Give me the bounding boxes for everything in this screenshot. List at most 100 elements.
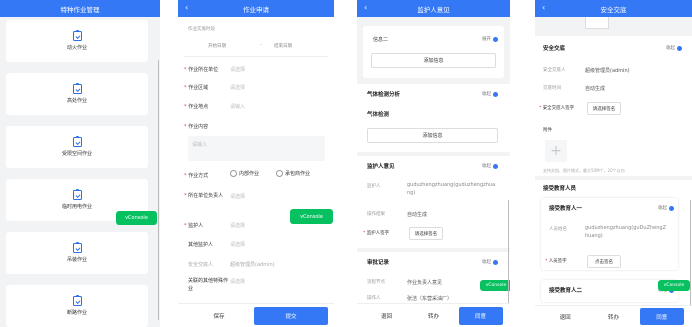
- collapse-toggle[interactable]: 收起: [658, 205, 674, 211]
- safety-briefing-section: 安全交底 收起 安全交底人 超级管理员(admin) 交底时间 自动生成 * 安…: [535, 36, 692, 176]
- collapse-toggle[interactable]: 收起: [482, 259, 498, 265]
- field-label: 所在单位负责人: [188, 193, 224, 199]
- image-thumbnail[interactable]: [585, 17, 609, 29]
- transfer-button[interactable]: 转办: [591, 309, 636, 324]
- back-arrow-icon[interactable]: ‹: [185, 4, 188, 12]
- location-input[interactable]: 请输入: [230, 103, 245, 110]
- bottom-action-bar: 退回 转办 同意: [535, 305, 692, 327]
- clipboard-icon: [72, 83, 82, 94]
- clipboard-icon: [72, 295, 82, 306]
- end-date-input[interactable]: 结束日期: [274, 43, 292, 49]
- vconsole-button[interactable]: vConsole: [116, 211, 157, 225]
- clipboard-icon: [72, 242, 82, 253]
- content-textarea[interactable]: 请输入: [188, 136, 325, 161]
- vconsole-button[interactable]: vConsole: [658, 280, 690, 291]
- field-guardian: * 监护人: [184, 223, 204, 229]
- field-unit: * 作业所在单位: [184, 67, 219, 73]
- time-period-label: 作业实施时段: [188, 27, 215, 32]
- upload-plus-icon[interactable]: +: [545, 140, 567, 162]
- scrollbar[interactable]: [507, 200, 509, 310]
- submit-button[interactable]: 提交: [254, 306, 328, 325]
- other-guardian-select[interactable]: 请选择: [230, 241, 245, 248]
- card-height-work[interactable]: 高处作业: [6, 73, 148, 115]
- field-label: 作业区域: [188, 85, 209, 91]
- transfer-button[interactable]: 转办: [411, 308, 456, 323]
- area-select[interactable]: 请选择: [230, 84, 245, 91]
- radio-internal[interactable]: 内部作业: [230, 170, 259, 177]
- select-signature-button[interactable]: 请选择签名: [409, 227, 443, 240]
- card-label: 临时用电作业: [61, 204, 92, 210]
- time-key: 交底时间: [543, 86, 561, 91]
- card-label: 高处作业: [66, 98, 87, 104]
- time-value: 自动生成: [585, 86, 606, 92]
- chevron-up-icon: [669, 205, 674, 211]
- result-value: 自动生成: [407, 212, 428, 218]
- page-title: 监护人意见: [417, 5, 450, 14]
- textarea-placeholder: 请输入: [192, 142, 208, 148]
- card-label: 断路作业: [66, 310, 87, 316]
- bottom-action-bar: 保存 提交: [178, 303, 334, 327]
- chevron-up-icon: [493, 259, 498, 265]
- edu-person-key: 人员姓名: [549, 227, 567, 232]
- chevron-up-icon: [677, 45, 682, 51]
- add-info-button[interactable]: 添加信息: [367, 128, 498, 143]
- header-bar: ‹ 监护人意见: [357, 0, 510, 17]
- select-signature-button[interactable]: 请选择签名: [587, 102, 621, 115]
- click-sign-button[interactable]: 点击签名: [587, 255, 621, 268]
- vconsole-button[interactable]: vConsole: [480, 280, 510, 291]
- scrollbar[interactable]: [157, 60, 159, 320]
- card-road-break[interactable]: 断路作业: [6, 285, 148, 327]
- related-work-select[interactable]: 请选择: [230, 278, 245, 285]
- card-label: 动火作业: [66, 45, 87, 51]
- collapse-toggle[interactable]: 收起: [482, 91, 498, 97]
- field-label: 监护人: [188, 223, 204, 229]
- page-title: 作业申请: [243, 5, 269, 14]
- responsible-select[interactable]: 请选择: [230, 193, 245, 200]
- sign-key: * 监护人签字: [363, 231, 390, 236]
- agree-button[interactable]: 同意: [639, 308, 684, 325]
- agree-button[interactable]: 同意: [458, 306, 503, 325]
- field-content: * 作业内容: [184, 124, 209, 130]
- start-date-input[interactable]: 开始日期: [208, 43, 226, 49]
- attachment-hint: 支持文档、图片格式，最大50M个，20个以内: [543, 168, 625, 173]
- collapse-toggle[interactable]: 收起: [482, 163, 498, 169]
- card-lifting[interactable]: 吊装作业: [6, 232, 148, 274]
- vconsole-button[interactable]: vConsole: [290, 209, 333, 224]
- field-label: 作业内容: [188, 124, 209, 130]
- scrollbar[interactable]: [689, 200, 691, 310]
- safety-person-value: 超级管理员(admin): [230, 262, 275, 268]
- card-label: 吊装作业: [66, 257, 87, 263]
- edu-sign-key: * 人员签字: [545, 259, 567, 264]
- chevron-up-icon: [493, 91, 498, 97]
- gas-analysis-section: 气体检测分析 收起 气体检测 添加信息: [357, 84, 510, 152]
- chevron-down-icon: [493, 36, 498, 42]
- save-button[interactable]: 保存: [184, 308, 254, 323]
- back-arrow-icon[interactable]: ‹: [542, 4, 545, 12]
- radio-label: 内部作业: [239, 171, 260, 177]
- return-button[interactable]: 退回: [543, 309, 588, 324]
- phone-work-application: ‹ 作业申请 作业实施时段 开始日期 - 结束日期 * 作业所在单位 请选择 *…: [178, 0, 334, 327]
- info2-card: 信息二 展开 添加信息: [363, 26, 504, 78]
- person-value: 超级管理员(admin): [585, 68, 630, 74]
- unit-select[interactable]: 请选择: [230, 66, 245, 73]
- person-key: 安全交底人: [543, 68, 566, 73]
- guardian-opinion-section: 监护人意见 收起 监护人 guduzhengzhuang(guduzhengzh…: [357, 156, 510, 248]
- card-hot-work[interactable]: 动火作业: [6, 20, 148, 62]
- card-title: 接受教育人一: [549, 206, 583, 212]
- radio-contractor[interactable]: 承包商作业: [276, 170, 310, 177]
- page-title: 安全交底: [600, 5, 627, 14]
- card-confined-space[interactable]: 受限空间作业: [6, 126, 148, 168]
- attachment-label: 附件: [543, 128, 552, 133]
- educatee-1-card: 接受教育人一 收起 人员姓名 guduzhengzhuang(guDuZheng…: [541, 198, 678, 270]
- back-arrow-icon[interactable]: ‹: [364, 4, 367, 12]
- collapse-toggle[interactable]: 收起: [666, 45, 682, 51]
- expand-toggle[interactable]: 展开: [482, 36, 498, 42]
- add-info-button[interactable]: 添加信息: [371, 53, 496, 68]
- field-other-guardian: 其他监护人: [188, 242, 214, 248]
- return-button[interactable]: 退回: [364, 308, 409, 323]
- node-value: 作业负责人意见: [407, 280, 443, 286]
- section-title: 接受教育人员: [543, 186, 577, 192]
- field-label: 作业方式: [188, 173, 209, 179]
- node-key: 流程节点: [367, 280, 385, 285]
- guardian-select[interactable]: 请选择: [230, 222, 245, 229]
